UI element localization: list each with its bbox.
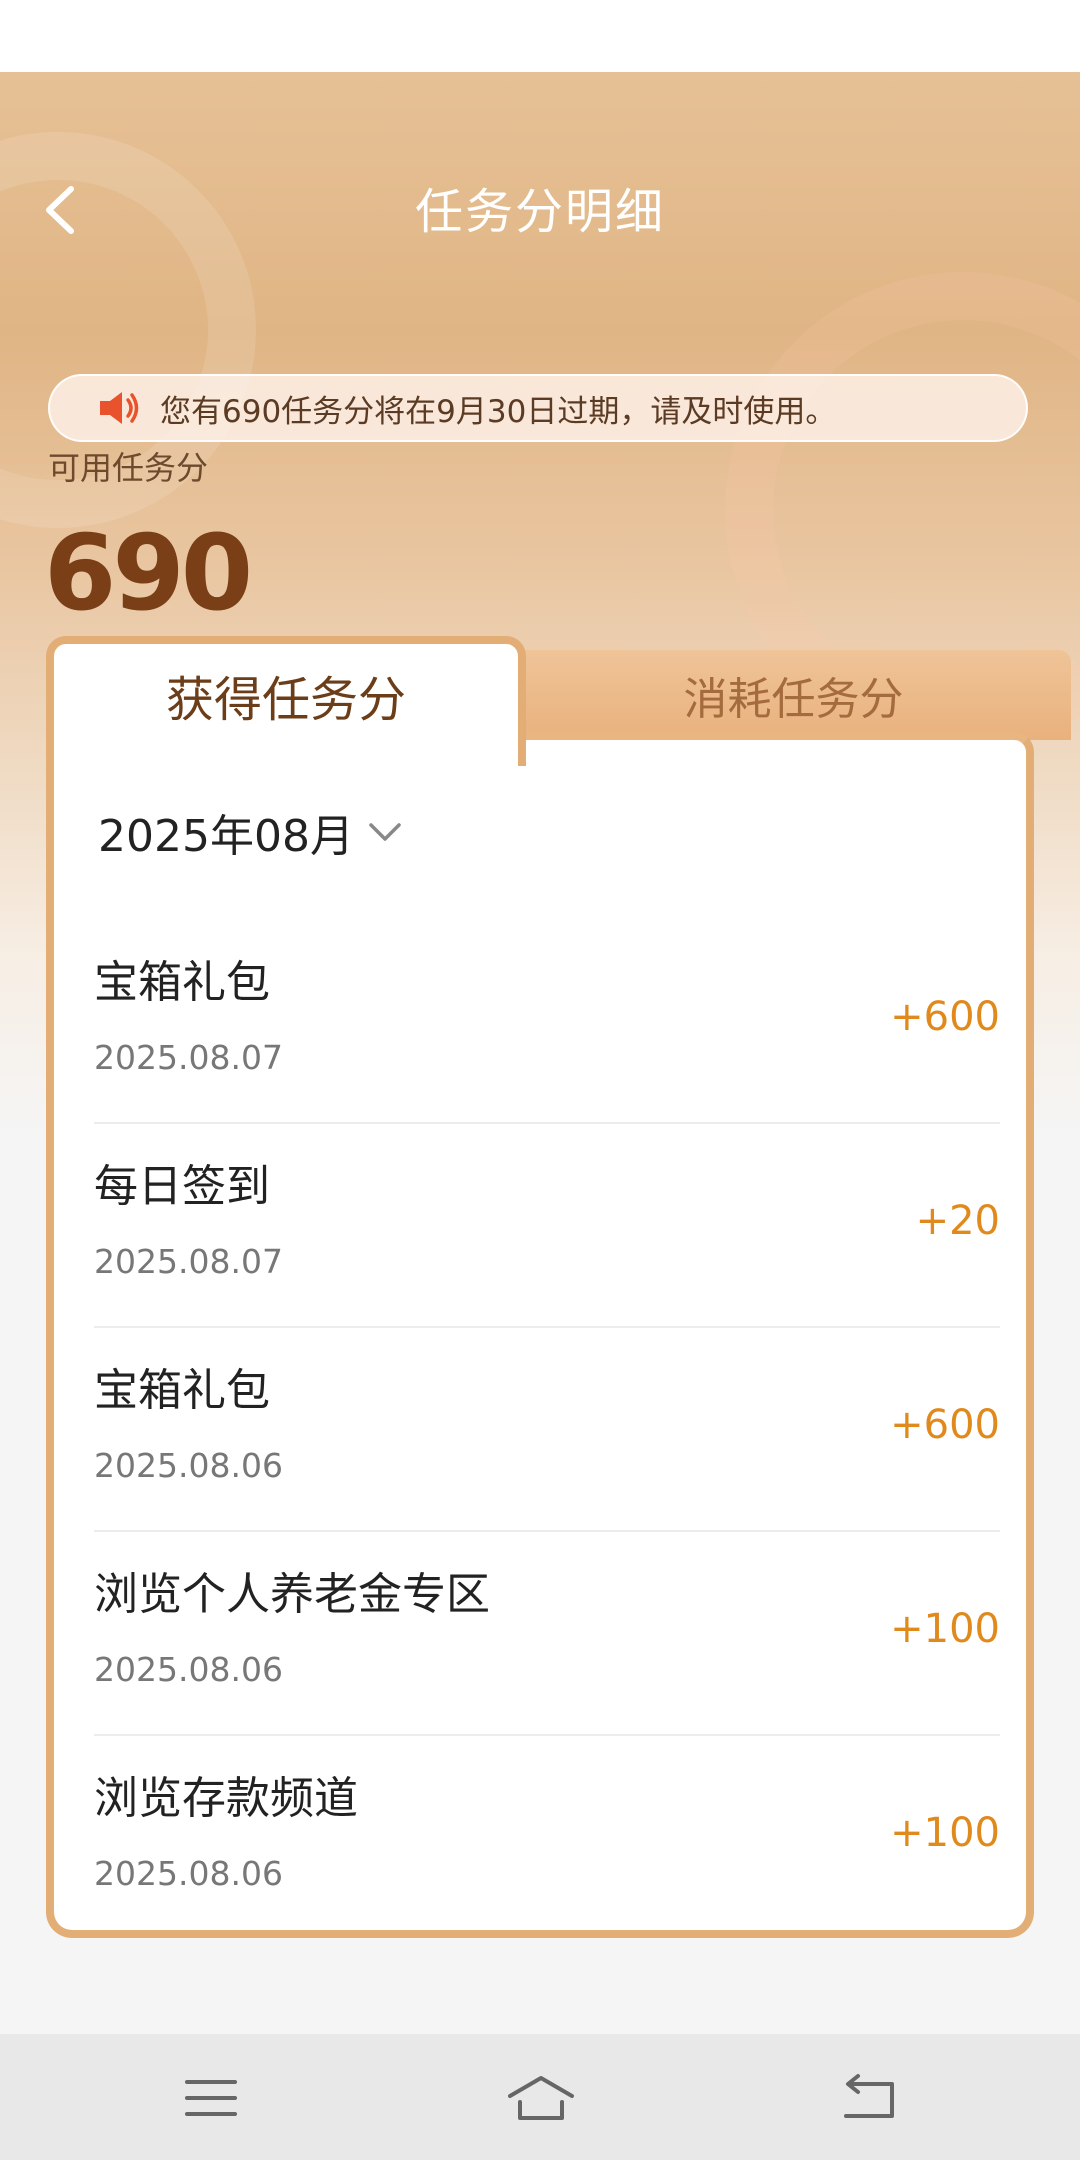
chevron-down-icon [369, 823, 401, 841]
records-panel: 2025年08月 宝箱礼包 2025.08.07 +600 每日签到 2025.… [46, 732, 1034, 1938]
list-item: 每日签到 2025.08.07 +20 [94, 1124, 1000, 1328]
record-points: +20 [915, 1198, 1000, 1244]
month-selector[interactable]: 2025年08月 [98, 800, 402, 864]
speaker-icon [100, 392, 139, 424]
nav-menu-button[interactable] [181, 2072, 241, 2124]
record-date: 2025.08.06 [94, 1650, 283, 1689]
back-arrow-icon [844, 2074, 894, 2118]
nav-home-button[interactable] [506, 2072, 574, 2124]
record-title: 浏览个人养老金专区 [94, 1569, 490, 1620]
system-nav-bar [0, 2034, 1080, 2160]
record-title: 宝箱礼包 [94, 957, 270, 1008]
records-list: 宝箱礼包 2025.08.07 +600 每日签到 2025.08.07 +20… [94, 920, 1000, 1940]
month-label: 2025年08月 [98, 811, 354, 862]
list-item: 浏览个人养老金专区 2025.08.06 +100 [94, 1532, 1000, 1736]
list-item: 宝箱礼包 2025.08.07 +600 [94, 920, 1000, 1124]
tab-spent-points[interactable]: 消耗任务分 [516, 650, 1071, 740]
points-card: 消耗任务分 获得任务分 2025年08月 宝箱礼包 2025.08.07 +60… [46, 636, 1071, 1938]
record-date: 2025.08.06 [94, 1446, 283, 1485]
record-date: 2025.08.07 [94, 1038, 283, 1077]
record-date: 2025.08.07 [94, 1242, 283, 1281]
record-points: +100 [890, 1606, 1000, 1652]
expiry-notice: 您有690任务分将在9月30日过期，请及时使用。 [48, 374, 1028, 442]
nav-back-button[interactable] [838, 2072, 898, 2124]
available-points-label: 可用任务分 [48, 449, 209, 487]
notice-text: 您有690任务分将在9月30日过期，请及时使用。 [160, 393, 837, 430]
record-points: +600 [890, 1402, 1000, 1448]
list-item: 宝箱礼包 2025.08.06 +600 [94, 1328, 1000, 1532]
record-title: 宝箱礼包 [94, 1365, 270, 1416]
page-title: 任务分明细 [414, 184, 665, 240]
record-date: 2025.08.06 [94, 1854, 283, 1893]
tab-earned-points[interactable]: 获得任务分 [46, 636, 526, 766]
available-points-value: 690 [44, 512, 253, 634]
home-icon [508, 2076, 574, 2120]
status-bar [0, 0, 1080, 72]
record-title: 每日签到 [94, 1161, 270, 1212]
record-points: +100 [890, 1810, 1000, 1856]
record-points: +600 [890, 994, 1000, 1040]
list-item: 浏览存款频道 2025.08.06 +100 [94, 1736, 1000, 1940]
record-title: 浏览存款频道 [94, 1773, 358, 1824]
menu-icon [185, 2080, 237, 2116]
